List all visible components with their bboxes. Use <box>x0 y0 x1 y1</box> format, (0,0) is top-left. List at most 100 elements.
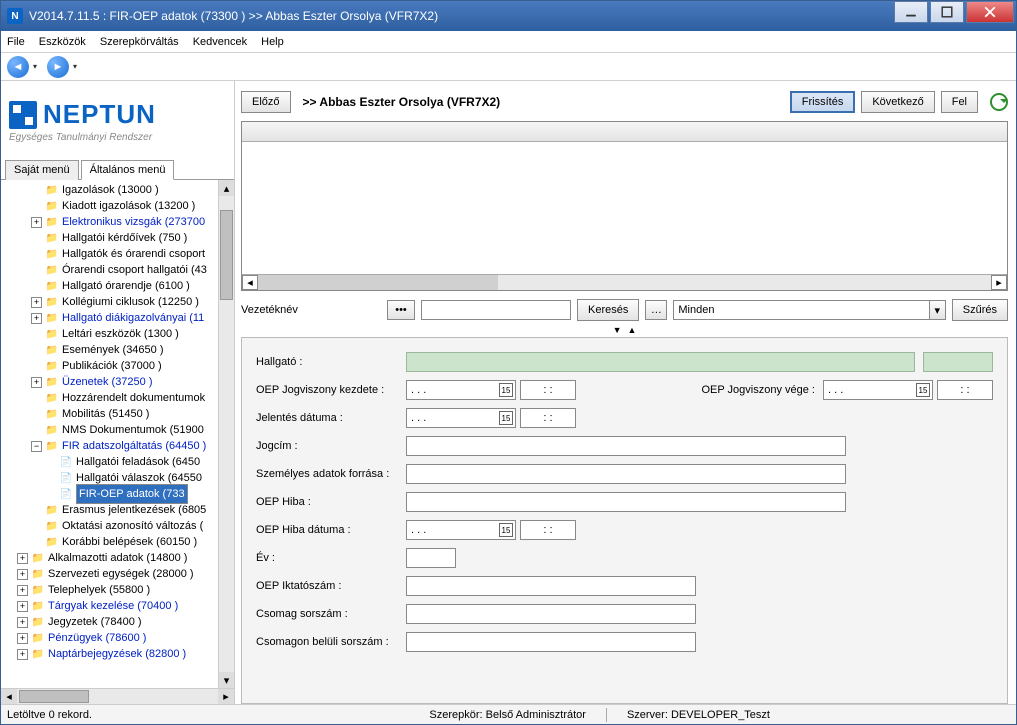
data-grid[interactable]: ◂ ▸ <box>241 121 1008 291</box>
tree-label[interactable]: Hallgatói válaszok (64550 <box>76 472 202 484</box>
input-oep-hiba[interactable] <box>406 492 846 512</box>
tree-item[interactable]: +📁Szervezeti egységek (28000 ) <box>3 566 234 582</box>
tree-item[interactable]: +📁Elektronikus vizsgák (273700 <box>3 214 234 230</box>
grid-body[interactable] <box>242 142 1007 274</box>
tree-label[interactable]: Publikációk (37000 ) <box>62 360 162 372</box>
tree-label[interactable]: Mobilitás (51450 ) <box>62 408 149 420</box>
tree-item[interactable]: +📁Hallgató diákigazolványai (11 <box>3 310 234 326</box>
calendar-icon[interactable]: 15 <box>499 411 513 425</box>
tree-label[interactable]: Órarendi csoport hallgatói (43 <box>62 264 207 276</box>
tree-label[interactable]: NMS Dokumentumok (51900 <box>62 424 204 436</box>
tree-label[interactable]: Szervezeti egységek (28000 ) <box>48 568 194 580</box>
next-button[interactable]: Következő <box>861 91 934 113</box>
tree-item[interactable]: −📁FIR adatszolgáltatás (64450 ) <box>3 438 234 454</box>
tree-item[interactable]: 📁Hallgatók és órarendi csoport <box>3 246 234 262</box>
input-jelentes-time[interactable]: : : <box>520 408 576 428</box>
filter-combo[interactable]: Minden ▾ <box>673 300 945 320</box>
tree-item[interactable]: 📁Oktatási azonosító változás ( <box>3 518 234 534</box>
tree-label[interactable]: Kiadott igazolások (13200 ) <box>62 200 195 212</box>
grid-hscrollbar[interactable]: ◂ ▸ <box>242 274 1007 290</box>
tree-vscrollbar[interactable]: ▴ ▾ <box>218 180 234 688</box>
tree-item[interactable]: +📁Tárgyak kezelése (70400 ) <box>3 598 234 614</box>
tree-item[interactable]: +📁Pénzügyek (78600 ) <box>3 630 234 646</box>
calendar-icon[interactable]: 15 <box>499 523 513 537</box>
expand-icon[interactable]: + <box>17 553 28 564</box>
tree-item[interactable]: 📁Órarendi csoport hallgatói (43 <box>3 262 234 278</box>
tree-label[interactable]: Hallgató diákigazolványai (11 <box>62 312 204 324</box>
tree-item[interactable]: 📁Hozzárendelt dokumentumok <box>3 390 234 406</box>
tree-label[interactable]: Hallgatói feladások (6450 <box>76 456 200 468</box>
tree-item[interactable]: 📁NMS Dokumentumok (51900 <box>3 422 234 438</box>
tab-own-menu[interactable]: Saját menü <box>5 160 79 180</box>
expand-icon[interactable]: + <box>17 585 28 596</box>
expand-icon[interactable]: + <box>31 217 42 228</box>
minimize-button[interactable] <box>894 1 928 23</box>
tree-label[interactable]: Hozzárendelt dokumentumok <box>62 392 205 404</box>
tree-item[interactable]: 📁Erasmus jelentkezések (6805 <box>3 502 234 518</box>
tree-item[interactable]: 📁Kiadott igazolások (13200 ) <box>3 198 234 214</box>
tree-item[interactable]: 📁Publikációk (37000 ) <box>3 358 234 374</box>
input-csomag[interactable] <box>406 604 696 624</box>
expand-icon[interactable]: + <box>17 633 28 644</box>
tree-label[interactable]: Telephelyek (55800 ) <box>48 584 150 596</box>
grid-scroll-left[interactable]: ◂ <box>242 275 258 290</box>
tree-label[interactable]: Események (34650 ) <box>62 344 164 356</box>
expand-icon[interactable]: + <box>17 649 28 660</box>
input-oep-start-time[interactable]: : : <box>520 380 576 400</box>
tree-item[interactable]: 📁Korábbi belépések (60150 ) <box>3 534 234 550</box>
tree-item[interactable]: 📁Mobilitás (51450 ) <box>3 406 234 422</box>
nav-back-button[interactable]: ◄ <box>7 56 29 78</box>
expand-icon[interactable]: + <box>17 569 28 580</box>
tree-label[interactable]: FIR-OEP adatok (733 <box>76 484 188 504</box>
menu-tools[interactable]: Eszközök <box>39 36 86 48</box>
nav-tree[interactable]: 📁Igazolások (13000 )📁Kiadott igazolások … <box>1 180 234 688</box>
tree-item[interactable]: 📄FIR-OEP adatok (733 <box>3 486 234 502</box>
up-button[interactable]: Fel <box>941 91 978 113</box>
scroll-left-icon[interactable]: ◂ <box>1 689 17 704</box>
tree-label[interactable]: Igazolások (13000 ) <box>62 184 159 196</box>
tree-label[interactable]: Hallgatók és órarendi csoport <box>62 248 205 260</box>
tree-item[interactable]: 📁Események (34650 ) <box>3 342 234 358</box>
expand-icon[interactable]: + <box>31 297 42 308</box>
tree-item[interactable]: +📁Alkalmazotti adatok (14800 ) <box>3 550 234 566</box>
tree-item[interactable]: 📁Hallgatói kérdőívek (750 ) <box>3 230 234 246</box>
input-csomagon-belul[interactable] <box>406 632 696 652</box>
tree-item[interactable]: 📁Hallgató órarendje (6100 ) <box>3 278 234 294</box>
splitter[interactable]: ▼▲ <box>241 325 1008 335</box>
tree-item[interactable]: +📁Üzenetek (37250 ) <box>3 374 234 390</box>
search-button[interactable]: Keresés <box>577 299 639 321</box>
nav-forward-dropdown[interactable]: ▾ <box>73 62 83 71</box>
scroll-right-icon[interactable]: ▸ <box>218 689 234 704</box>
calendar-icon[interactable]: 15 <box>916 383 930 397</box>
input-jelentes-date[interactable]: . . .15 <box>406 408 516 428</box>
tree-item[interactable]: 📄Hallgatói feladások (6450 <box>3 454 234 470</box>
tree-label[interactable]: Elektronikus vizsgák (273700 <box>62 216 205 228</box>
scroll-thumb[interactable] <box>220 210 233 300</box>
tree-item[interactable]: +📁Jegyzetek (78400 ) <box>3 614 234 630</box>
tree-label[interactable]: Oktatási azonosító változás ( <box>62 520 203 532</box>
tree-item[interactable]: +📁Kollégiumi ciklusok (12250 ) <box>3 294 234 310</box>
tree-label[interactable]: FIR adatszolgáltatás (64450 ) <box>62 440 206 452</box>
menu-role[interactable]: Szerepkörváltás <box>100 36 179 48</box>
menu-help[interactable]: Help <box>261 36 284 48</box>
input-jogcim[interactable] <box>406 436 846 456</box>
input-oep-end-time[interactable]: : : <box>937 380 993 400</box>
collapse-icon[interactable]: − <box>31 441 42 452</box>
expand-icon[interactable]: + <box>31 313 42 324</box>
tree-label[interactable]: Kollégiumi ciklusok (12250 ) <box>62 296 199 308</box>
input-oep-hiba-time[interactable]: : : <box>520 520 576 540</box>
tree-hscrollbar[interactable]: ◂ ▸ <box>1 688 234 704</box>
tree-label[interactable]: Alkalmazotti adatok (14800 ) <box>48 552 187 564</box>
tree-label[interactable]: Naptárbejegyzések (82800 ) <box>48 648 186 660</box>
calendar-icon[interactable]: 15 <box>499 383 513 397</box>
maximize-button[interactable] <box>930 1 964 23</box>
tree-label[interactable]: Üzenetek (37250 ) <box>62 376 153 388</box>
input-oep-end-date[interactable]: . . .15 <box>823 380 933 400</box>
scroll-up-icon[interactable]: ▴ <box>219 180 234 196</box>
tree-label[interactable]: Tárgyak kezelése (70400 ) <box>48 600 178 612</box>
search-input[interactable] <box>421 300 571 320</box>
prev-button[interactable]: Előző <box>241 91 291 113</box>
expand-icon[interactable]: + <box>17 617 28 628</box>
tree-label[interactable]: Erasmus jelentkezések (6805 <box>62 504 206 516</box>
menu-favorites[interactable]: Kedvencek <box>193 36 247 48</box>
